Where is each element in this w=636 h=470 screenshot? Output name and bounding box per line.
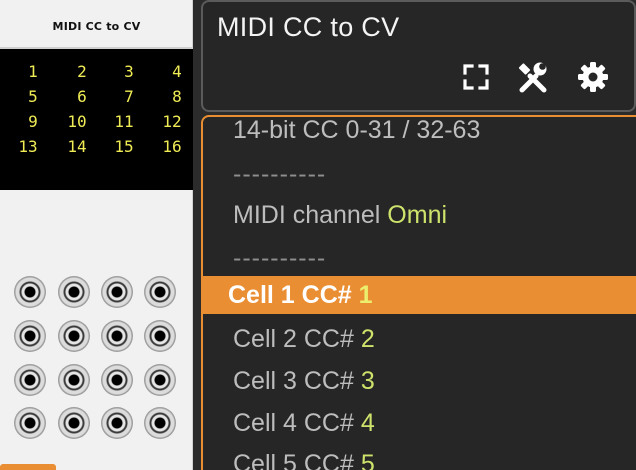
cell-display: 1 2 3 4 5 6 7 8 9 10 11 12 13 14 15 16 [0, 47, 193, 190]
menu-item-cell-3-cc[interactable]: Cell 3 CC# 3 [203, 362, 636, 400]
cell-label: 6 [77, 87, 87, 106]
output-jack[interactable] [58, 407, 90, 439]
context-menu-list: 14-bit CC 0-31 / 32-63 ---------- MIDI c… [201, 115, 636, 470]
gear-icon[interactable] [576, 60, 610, 94]
menu-item-label: Cell 4 CC# [233, 408, 354, 437]
module-title: MIDI CC to CV [52, 20, 141, 33]
output-jack[interactable] [144, 320, 176, 352]
menu-item-cell-5-cc[interactable]: Cell 5 CC# 5 [203, 445, 636, 470]
cell-label: 9 [28, 112, 38, 131]
output-jack[interactable] [14, 407, 46, 439]
menu-item-value: 2 [360, 324, 375, 353]
module-panel: MIDI CC to CV 1 2 3 4 5 6 7 8 9 10 11 12… [0, 0, 193, 470]
output-jack[interactable] [144, 364, 176, 396]
cell-label: 12 [162, 112, 182, 131]
output-jack[interactable] [14, 364, 46, 396]
cell-label: 14 [67, 137, 87, 156]
context-menu-header: MIDI CC to CV [201, 0, 636, 112]
menu-item-label: Cell 1 CC# [228, 280, 352, 309]
cell-label: 13 [18, 137, 38, 156]
output-jack[interactable] [14, 276, 46, 308]
cell-label: 11 [114, 112, 134, 131]
menu-item-value: 4 [360, 408, 375, 437]
output-jack[interactable] [58, 364, 90, 396]
cell-label: 7 [124, 87, 134, 106]
cell-label: 2 [77, 62, 87, 81]
menu-item-cell-1-cc[interactable]: Cell 1 CC# 1 [203, 276, 636, 314]
separator-text: ---------- [233, 159, 327, 188]
output-jack[interactable] [58, 320, 90, 352]
menu-item-label: Cell 5 CC# [233, 449, 354, 470]
cell-label: 16 [162, 137, 182, 156]
separator-text: ---------- [233, 243, 327, 272]
output-jack[interactable] [101, 320, 133, 352]
menu-item-cell-2-cc[interactable]: Cell 2 CC# 2 [203, 320, 636, 358]
menu-item-label: Cell 2 CC# [233, 324, 354, 353]
menu-separator: ---------- [203, 155, 636, 193]
menu-item-midi-channel[interactable]: MIDI channel Omni [203, 196, 636, 234]
menu-item-14bit-cc[interactable]: 14-bit CC 0-31 / 32-63 [203, 115, 636, 149]
cell-label: 5 [28, 87, 38, 106]
cell-label: 10 [67, 112, 87, 131]
output-jack[interactable] [58, 276, 90, 308]
tools-icon[interactable] [516, 60, 550, 94]
cell-label: 8 [172, 87, 182, 106]
menu-item-cell-4-cc[interactable]: Cell 4 CC# 4 [203, 404, 636, 442]
cell-label: 3 [124, 62, 134, 81]
output-jack[interactable] [144, 407, 176, 439]
cell-label: 4 [172, 62, 182, 81]
output-jack[interactable] [14, 320, 46, 352]
menu-item-label: Cell 3 CC# [233, 366, 354, 395]
output-jack[interactable] [101, 364, 133, 396]
output-jack[interactable] [101, 407, 133, 439]
fullscreen-icon[interactable] [459, 60, 493, 94]
module-footer-tab [0, 464, 56, 470]
menu-item-value: 3 [360, 366, 375, 395]
menu-item-value: 5 [360, 449, 375, 470]
menu-title: MIDI CC to CV [217, 12, 400, 42]
menu-item-value: 1 [358, 280, 373, 309]
menu-separator: ---------- [203, 239, 636, 277]
cell-label: 1 [28, 62, 38, 81]
cell-label: 15 [114, 137, 134, 156]
menu-item-label: MIDI channel [233, 200, 381, 229]
menu-item-label: 14-bit CC 0-31 / 32-63 [233, 115, 481, 144]
menu-item-value: Omni [387, 200, 448, 229]
output-jack[interactable] [101, 276, 133, 308]
output-jack[interactable] [144, 276, 176, 308]
